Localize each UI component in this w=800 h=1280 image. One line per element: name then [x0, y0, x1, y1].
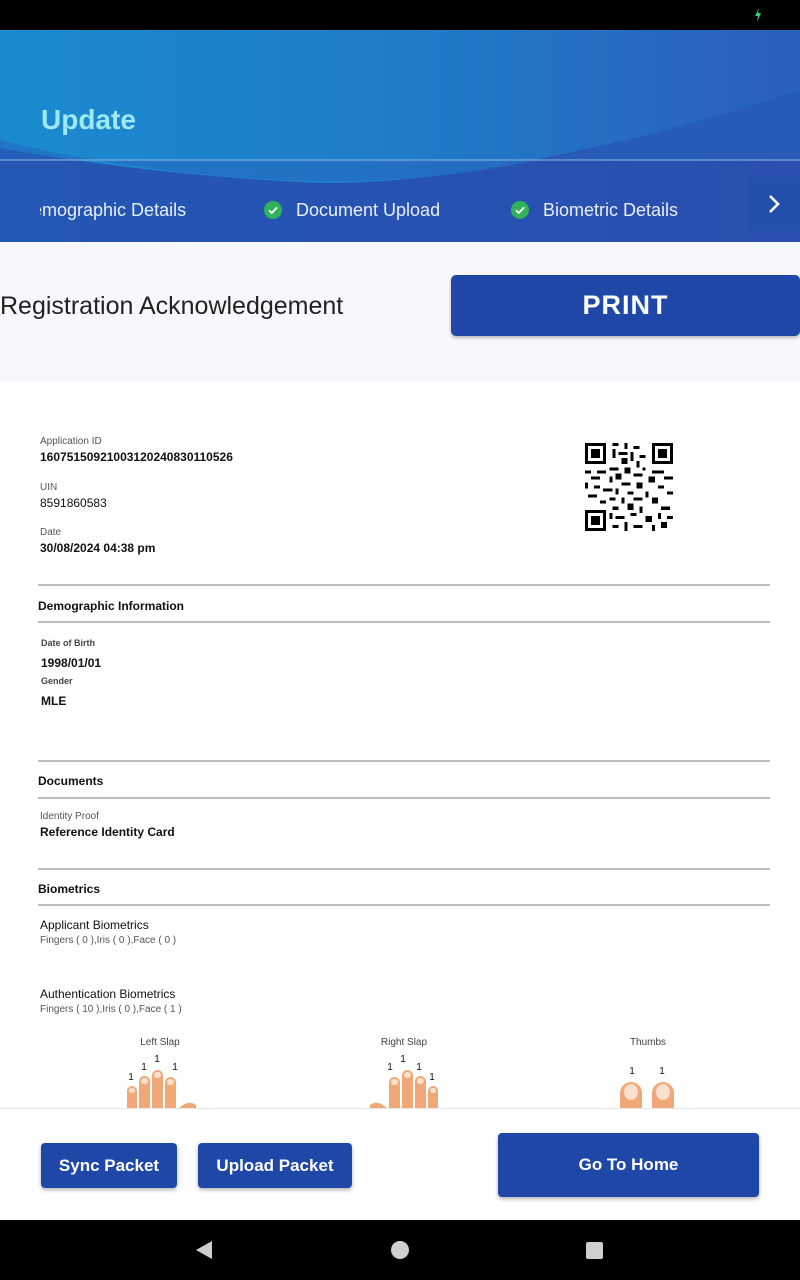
- acknowledgement-receipt[interactable]: Application ID 1607515092100312024083011…: [0, 382, 800, 1108]
- divider: [38, 904, 770, 906]
- check-circle-icon: [511, 201, 529, 219]
- divider: [38, 621, 770, 623]
- finger-count: 1: [659, 1066, 665, 1077]
- step-label: Document Upload: [296, 199, 441, 220]
- applicant-biometrics-title: Applicant Biometrics: [40, 918, 149, 932]
- finger-count: 1: [387, 1062, 393, 1073]
- finger-count: 1: [141, 1062, 147, 1073]
- page-title: Update: [41, 104, 136, 135]
- application-id-value: 16075150921003120240830110526: [40, 450, 233, 464]
- step-label: Biometric Details: [543, 199, 679, 220]
- demographic-heading: Demographic Information: [38, 599, 185, 613]
- finger-count: 1: [400, 1054, 406, 1065]
- action-bar: Sync Packet Upload Packet Go To Home: [0, 1108, 800, 1220]
- acknowledgement-bar: Registration Acknowledgement PRINT: [0, 242, 800, 382]
- identity-proof-value: Reference Identity Card: [40, 825, 175, 839]
- app-header: Update emographic Details Document Uploa…: [0, 30, 800, 242]
- nav-home-button[interactable]: [387, 1237, 413, 1263]
- application-id-label: Application ID: [40, 436, 102, 447]
- nav-recents-button[interactable]: [581, 1237, 607, 1263]
- date-label: Date: [40, 527, 62, 538]
- finger-count: 1: [429, 1072, 435, 1083]
- go-to-home-button[interactable]: Go To Home: [498, 1133, 759, 1197]
- thumbs: Thumbs 1 1: [588, 1037, 708, 1108]
- upload-packet-button[interactable]: Upload Packet: [198, 1143, 352, 1188]
- finger-count: 1: [172, 1062, 178, 1073]
- authentication-biometrics-counts: Fingers ( 10 ),Iris ( 0 ),Face ( 1 ): [40, 1004, 182, 1015]
- biometrics-heading: Biometrics: [38, 882, 101, 896]
- step-document-upload[interactable]: Document Upload: [264, 178, 440, 242]
- divider: [38, 760, 770, 762]
- left-slap: Left Slap 1 1 1 1: [100, 1037, 220, 1108]
- home-circle-icon: [391, 1241, 409, 1259]
- documents-heading: Documents: [38, 774, 104, 788]
- nav-back-button[interactable]: [191, 1237, 217, 1263]
- acknowledgement-title: Registration Acknowledgement: [0, 292, 344, 320]
- divider: [38, 868, 770, 870]
- step-biometric-details[interactable]: Biometric Details: [511, 178, 678, 242]
- stepper: emographic Details Document Upload Biome…: [0, 178, 800, 242]
- finger-count: 1: [128, 1072, 134, 1083]
- applicant-biometrics-counts: Fingers ( 0 ),Iris ( 0 ),Face ( 0 ): [40, 935, 177, 946]
- back-triangle-icon: [196, 1241, 212, 1259]
- uin-value: 8591860583: [40, 496, 107, 510]
- check-circle-icon: [264, 201, 282, 219]
- right-slap: Right Slap 1 1 1 1: [344, 1037, 464, 1108]
- print-button[interactable]: PRINT: [451, 275, 800, 336]
- dob-label: Date of Birth: [41, 638, 95, 648]
- divider: [38, 584, 770, 586]
- gender-value: MLE: [41, 694, 67, 708]
- finger-count: 1: [629, 1066, 635, 1077]
- navigation-bar: [0, 1220, 800, 1280]
- sync-packet-button[interactable]: Sync Packet: [41, 1143, 177, 1188]
- divider: [38, 797, 770, 799]
- battery-charging-icon: [755, 8, 761, 22]
- recents-square-icon: [586, 1242, 603, 1259]
- step-demographic-details[interactable]: emographic Details: [40, 178, 200, 242]
- right-slap-label: Right Slap: [380, 1037, 428, 1048]
- stepper-next-button[interactable]: [748, 178, 800, 230]
- authentication-biometrics-title: Authentication Biometrics: [40, 987, 176, 1001]
- left-hand-icon: 1 1 1 1: [127, 1054, 196, 1108]
- qr-code-image: [585, 443, 673, 531]
- finger-count: 1: [416, 1062, 422, 1073]
- status-bar: [0, 0, 800, 30]
- step-label: emographic Details: [40, 199, 187, 220]
- date-value: 30/08/2024 04:38 pm: [40, 541, 156, 555]
- dob-value: 1998/01/01: [41, 656, 102, 670]
- thumbs-icon: 1 1: [620, 1066, 674, 1108]
- uin-label: UIN: [40, 482, 58, 493]
- right-hand-icon: 1 1 1 1: [370, 1054, 438, 1108]
- gender-label: Gender: [41, 676, 73, 686]
- finger-count: 1: [154, 1054, 160, 1065]
- identity-proof-label: Identity Proof: [40, 811, 99, 822]
- thumbs-label: Thumbs: [629, 1037, 667, 1048]
- chevron-right-icon: [769, 195, 780, 213]
- left-slap-label: Left Slap: [140, 1037, 180, 1048]
